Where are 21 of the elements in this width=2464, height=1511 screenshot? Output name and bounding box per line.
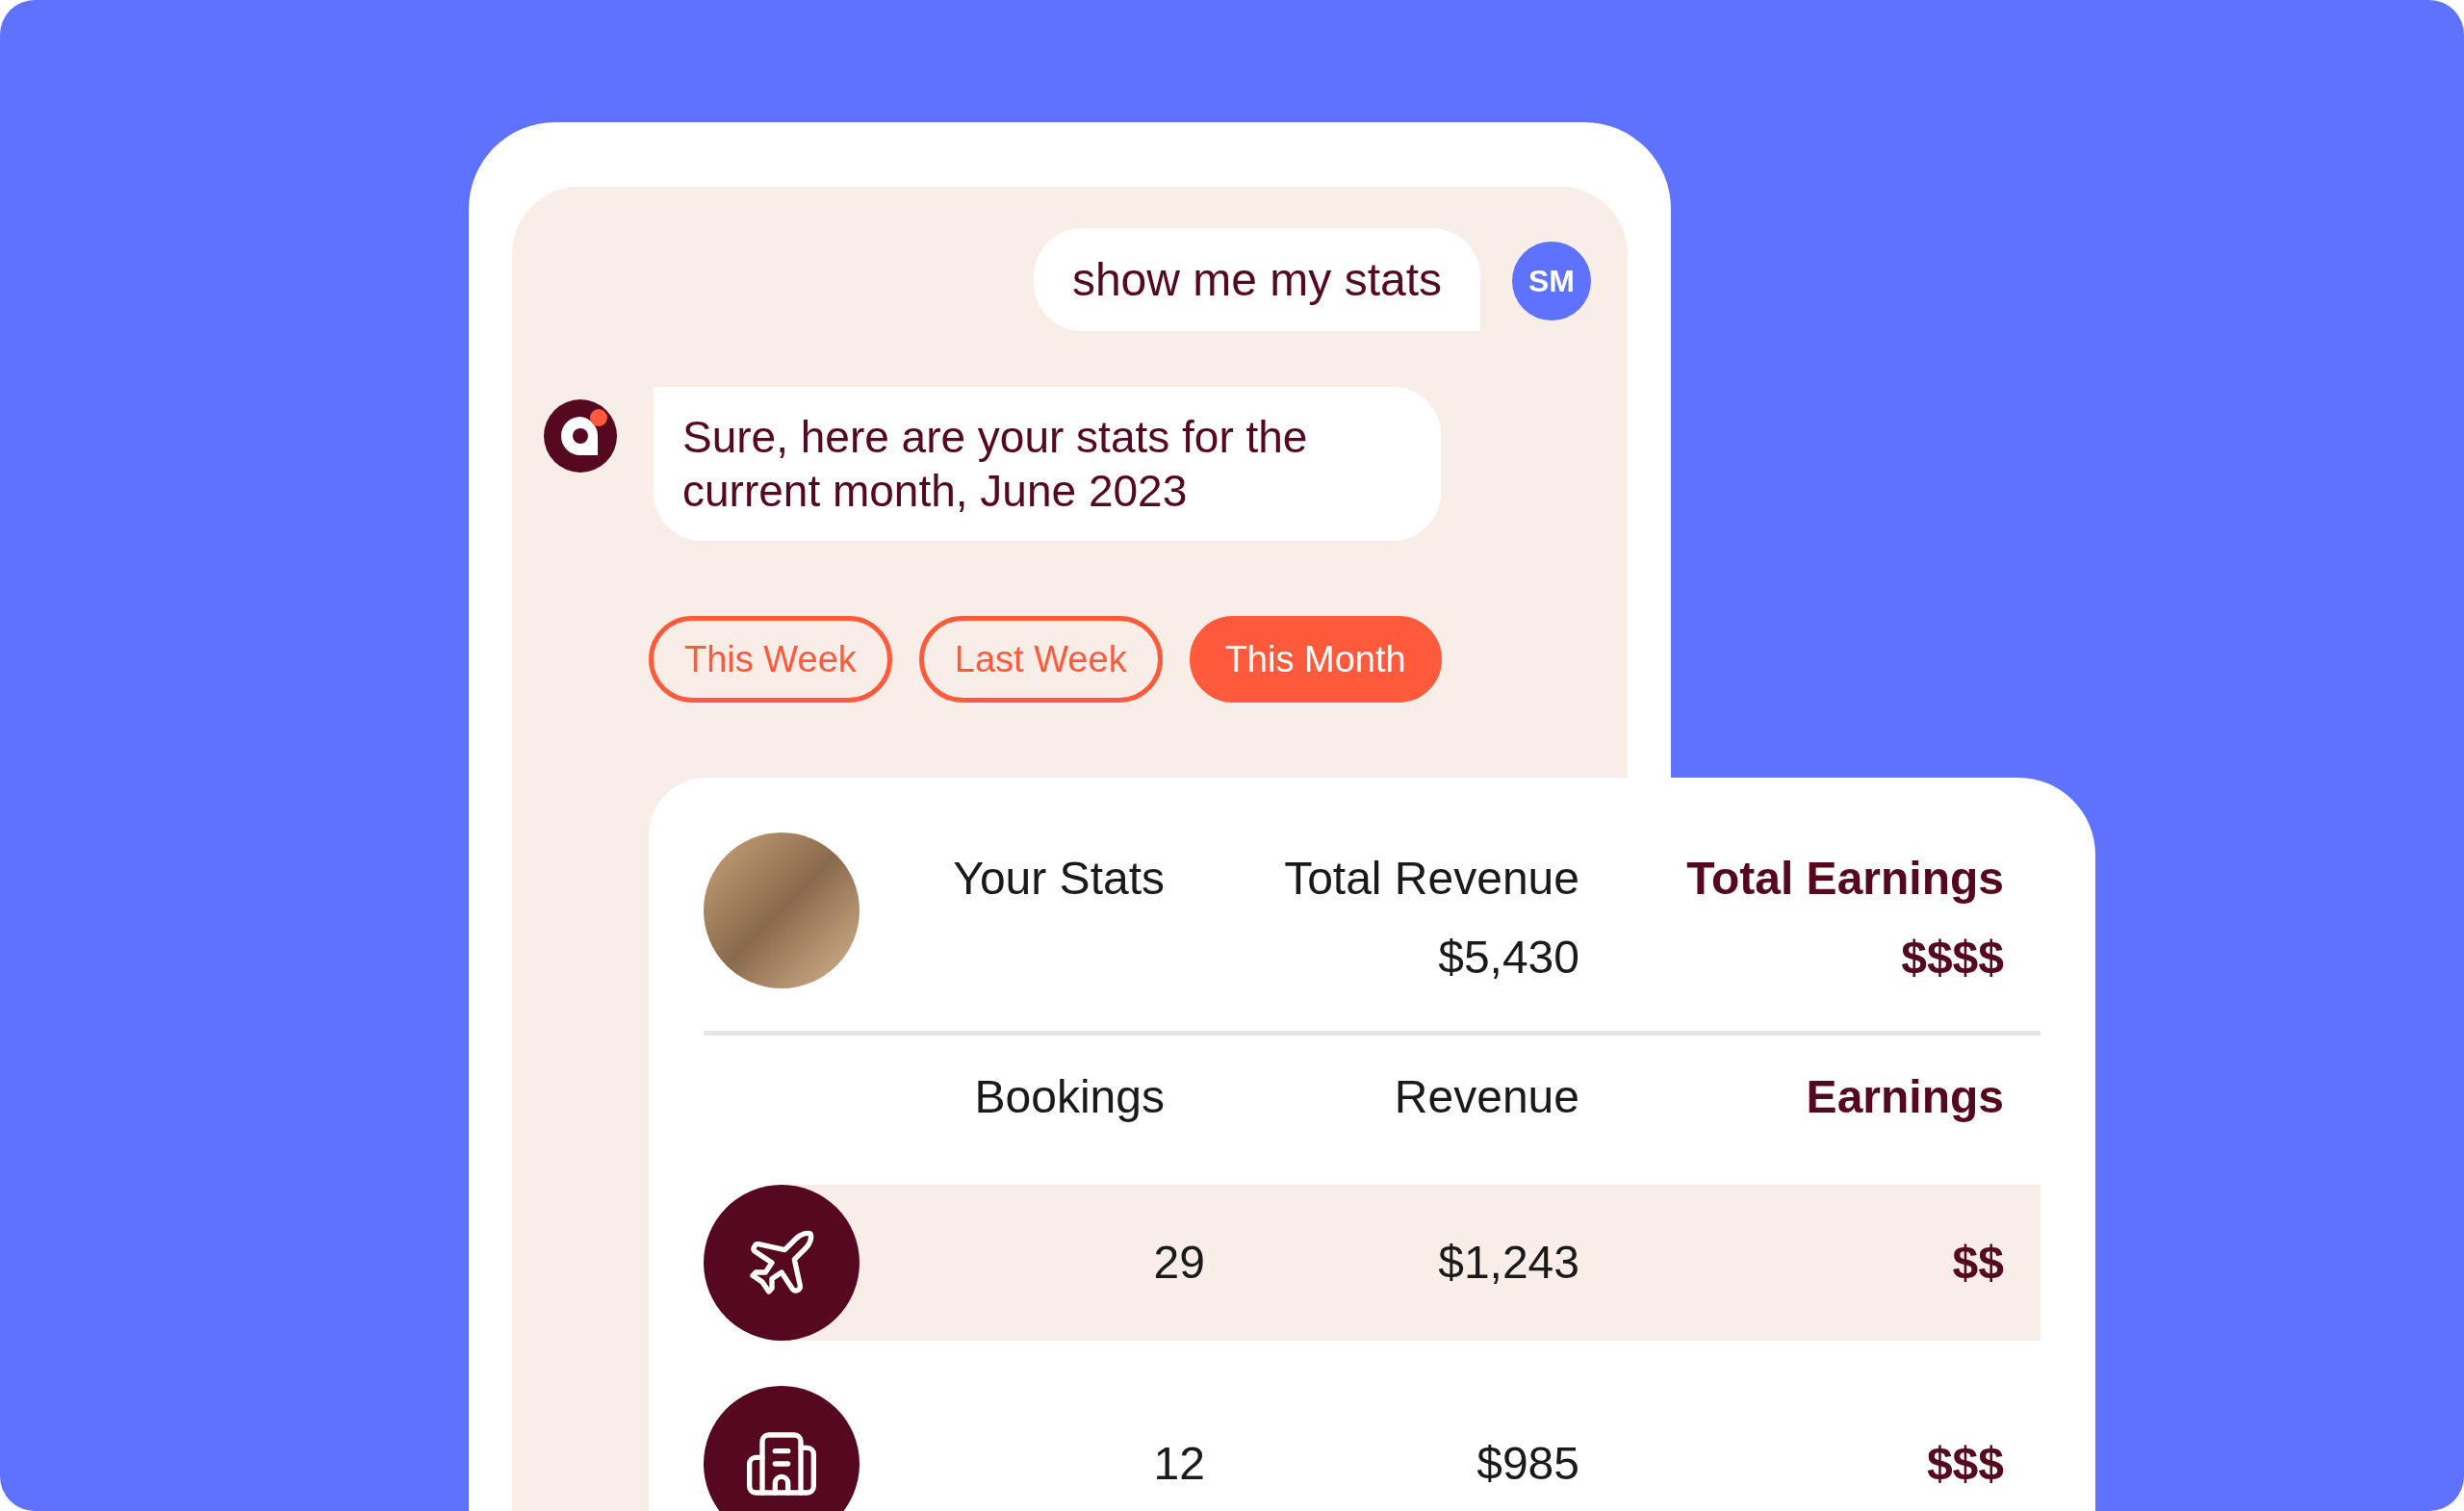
- column-header: Revenue: [1394, 1070, 1579, 1124]
- total-value: $$$$: [1901, 931, 2004, 985]
- bot-avatar-icon: [544, 399, 617, 473]
- column-header: Bookings: [974, 1070, 1165, 1124]
- total-value: $5,430: [1438, 931, 1579, 985]
- filter-chip[interactable]: This Week: [649, 616, 892, 703]
- bot-message-bubble: Sure, here are your stats for the current month, June 2023: [654, 387, 1441, 541]
- earnings-cell-text: $$: [1952, 1236, 2004, 1290]
- bookings-cell-text: 29: [1153, 1236, 1205, 1290]
- user-message-bubble: show me my stats: [1033, 228, 1480, 331]
- user-avatar: SM: [1512, 242, 1591, 320]
- bookings-cell-text: 12: [1153, 1437, 1205, 1491]
- revenue-cell-text: $1,243: [1438, 1236, 1579, 1290]
- revenue-cell-text: $985: [1476, 1437, 1579, 1491]
- filter-chip[interactable]: This Month: [1189, 616, 1442, 703]
- earnings-cell-text: $$$: [1926, 1437, 2004, 1491]
- column-header: Earnings: [1806, 1070, 2004, 1124]
- filter-chip[interactable]: Last Week: [918, 616, 1163, 703]
- total-label: Total Earnings: [1686, 852, 2004, 906]
- stats-title: Your Stats: [953, 852, 1165, 906]
- total-label: Total Revenue: [1284, 852, 1579, 906]
